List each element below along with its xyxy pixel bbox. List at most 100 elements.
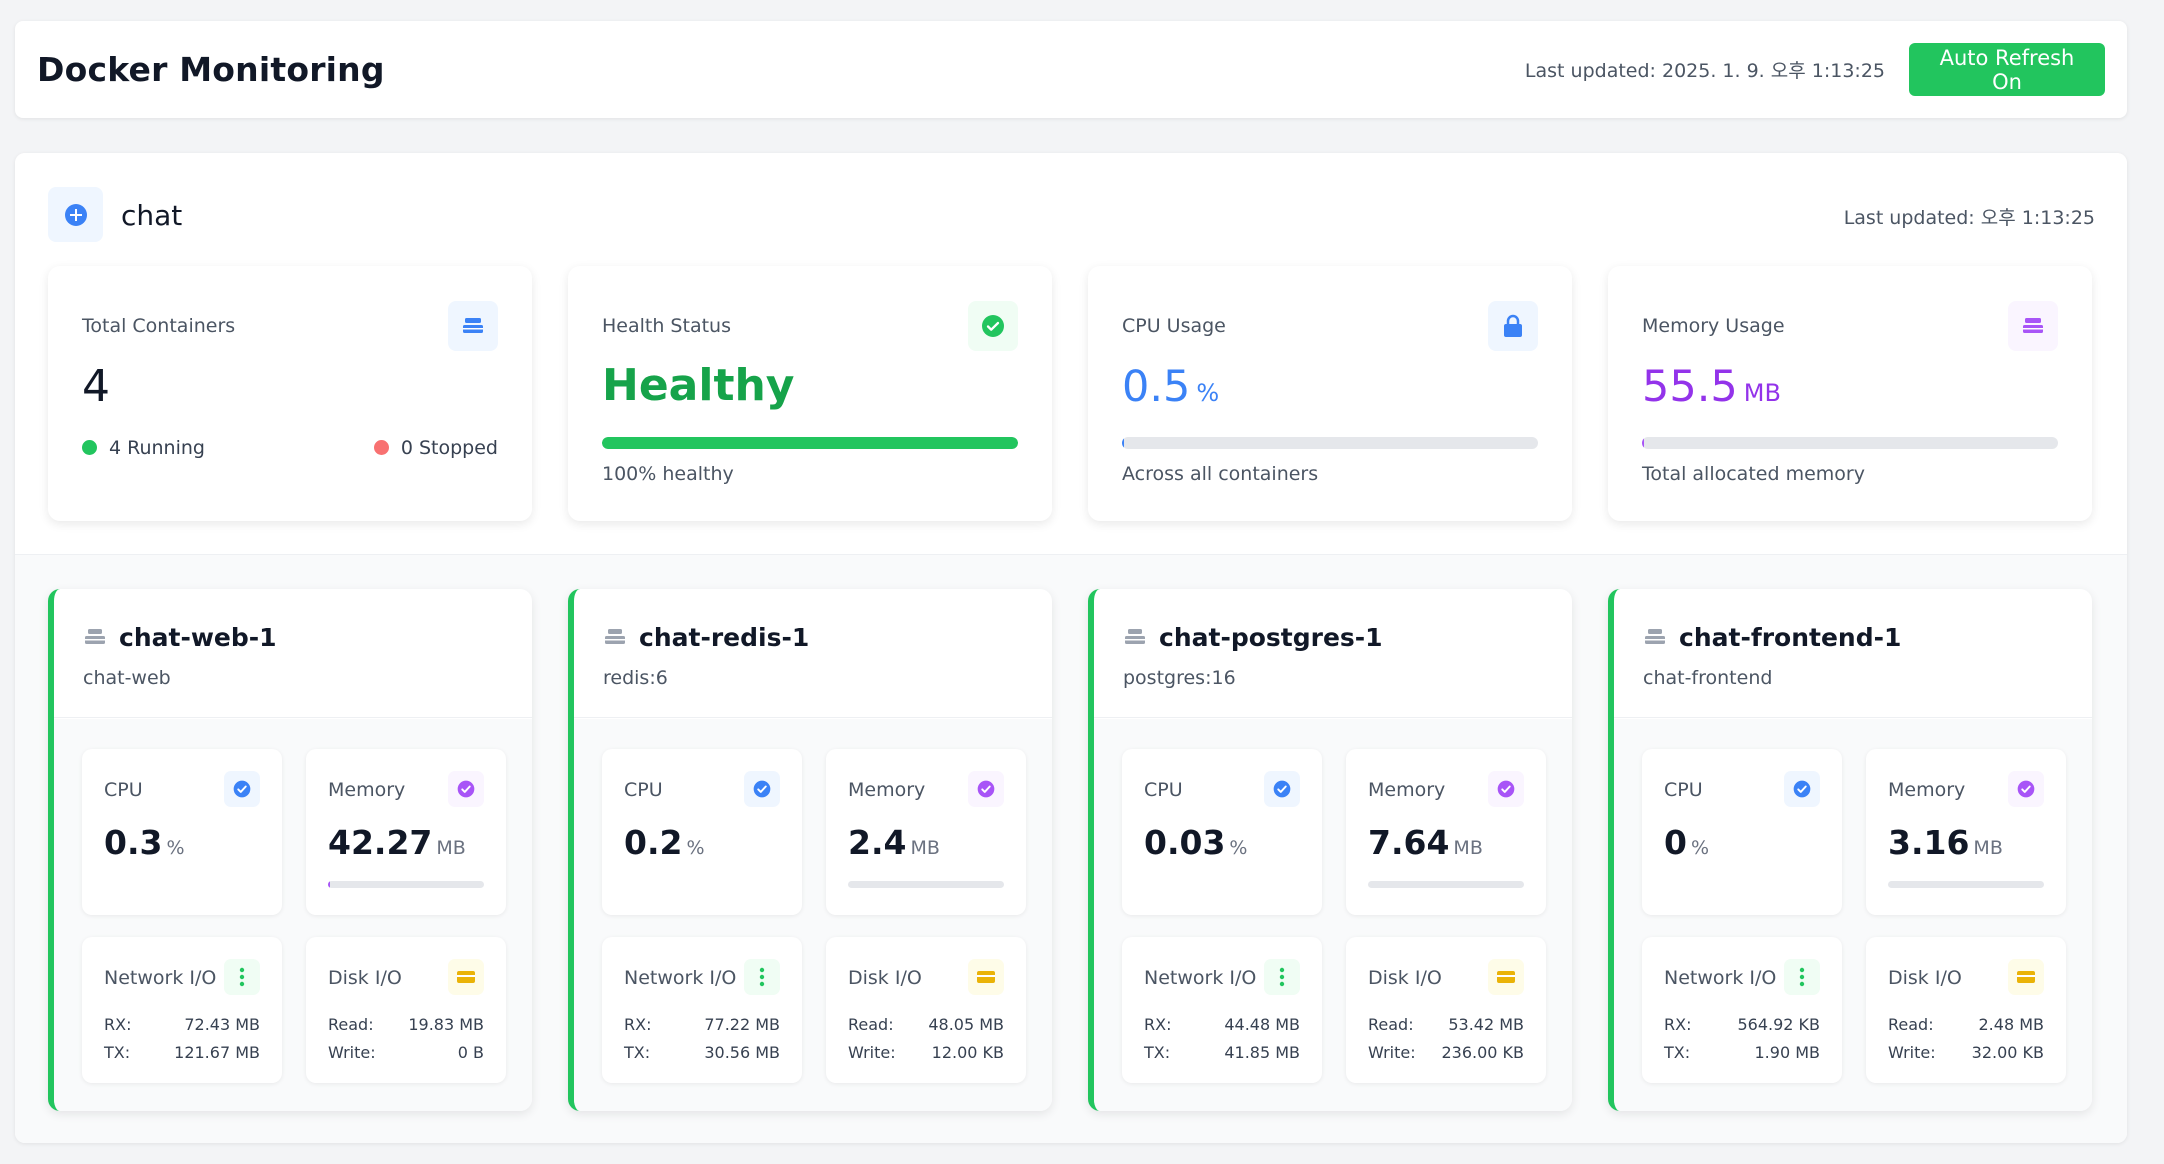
container-header: chat-frontend-1 chat-frontend	[1614, 589, 2092, 718]
total-containers-value: 4	[82, 361, 110, 412]
rx-label: RX:	[1144, 1015, 1172, 1034]
memory-metric-value: 7.64 MB	[1368, 823, 1483, 862]
card-icon	[1488, 959, 1524, 995]
container-card[interactable]: chat-postgres-1 postgres:16 CPU 0.03% Me…	[1088, 589, 1572, 1111]
memory-number: 3.16	[1888, 823, 1970, 862]
running-count: 4 Running	[82, 437, 205, 459]
cpu-usage-unit: %	[1196, 379, 1220, 407]
container-header: chat-redis-1 redis:6	[574, 589, 1052, 718]
network-io-box: Network I/O RX: 77.22 MB TX: 30.56 MB	[602, 937, 802, 1083]
rx-label: RX:	[624, 1015, 652, 1034]
container-name: chat-postgres-1	[1159, 623, 1383, 652]
project-last-updated: Last updated: 오후 1:13:25	[1843, 207, 2095, 229]
project-name: chat	[121, 199, 183, 232]
container-image: postgres:16	[1123, 667, 1236, 689]
memory-metric-box: Memory 42.27 MB	[306, 749, 506, 915]
vertical-dots-icon[interactable]	[224, 959, 260, 995]
running-label: 4 Running	[109, 437, 205, 459]
disk-read-row: Read: 48.05 MB	[848, 1015, 1004, 1034]
memory-number: 42.27	[328, 823, 433, 862]
network-io-label: Network I/O	[1664, 967, 1777, 989]
write-value: 0 B	[457, 1043, 484, 1062]
cpu-metric-box: CPU 0.3%	[82, 749, 282, 915]
vertical-dots-icon[interactable]	[1264, 959, 1300, 995]
cpu-metric-box: CPU 0.03%	[1122, 749, 1322, 915]
tx-value: 30.56 MB	[704, 1043, 780, 1062]
cpu-number: 0	[1664, 823, 1687, 862]
memory-usage-number: 55.5	[1642, 362, 1738, 412]
container-name: chat-frontend-1	[1679, 623, 1902, 652]
container-icon	[1643, 627, 1667, 651]
network-io-label: Network I/O	[104, 967, 217, 989]
health-status-card: Health Status Healthy 100% healthy	[568, 266, 1052, 521]
rx-value: 72.43 MB	[184, 1015, 260, 1034]
disk-write-row: Write: 12.00 KB	[848, 1043, 1004, 1062]
stopped-label: 0 Stopped	[400, 437, 498, 459]
container-metrics: CPU 0.3% Memory 42.27 MB Network I/O RX:…	[54, 719, 532, 1111]
memory-metric-label: Memory	[1368, 779, 1446, 801]
memory-progress-bar	[1888, 881, 2044, 888]
disk-write-row: Write: 32.00 KB	[1888, 1043, 2044, 1062]
check-circle-icon	[1488, 771, 1524, 807]
network-io-box: Network I/O RX: 44.48 MB TX: 41.85 MB	[1122, 937, 1322, 1083]
cpu-metric-label: CPU	[1144, 779, 1183, 801]
cpu-usage-sub: Across all containers	[1122, 463, 1319, 485]
cpu-unit: %	[686, 837, 705, 859]
check-circle-icon	[224, 771, 260, 807]
total-containers-label: Total Containers	[82, 315, 236, 337]
write-label: Write:	[1888, 1043, 1936, 1062]
check-circle-icon	[2008, 771, 2044, 807]
disk-write-row: Write: 0 B	[328, 1043, 484, 1062]
disk-read-row: Read: 2.48 MB	[1888, 1015, 2044, 1034]
read-label: Read:	[1888, 1015, 1934, 1034]
cpu-metric-value: 0.03%	[1144, 823, 1247, 862]
cpu-metric-value: 0.2%	[624, 823, 705, 862]
cpu-number: 0.03	[1144, 823, 1226, 862]
cpu-unit: %	[1690, 837, 1710, 859]
cpu-usage-label: CPU Usage	[1122, 315, 1226, 337]
network-io-box: Network I/O RX: 72.43 MB TX: 121.67 MB	[82, 937, 282, 1083]
cpu-usage-card: CPU Usage 0.5% Across all containers	[1088, 266, 1572, 521]
tx-label: TX:	[624, 1043, 651, 1062]
stopped-dot-icon	[373, 440, 389, 455]
disk-io-label: Disk I/O	[1368, 967, 1442, 989]
vertical-dots-icon[interactable]	[744, 959, 780, 995]
network-rx-row: RX: 77.22 MB	[624, 1015, 780, 1034]
write-value: 12.00 KB	[931, 1043, 1004, 1062]
project-panel: chat Last updated: 오후 1:13:25 Total Cont…	[15, 153, 2127, 1143]
network-io-label: Network I/O	[1144, 967, 1257, 989]
cpu-progress-bar	[1122, 437, 1538, 449]
auto-refresh-button[interactable]: Auto Refresh On	[1909, 43, 2105, 96]
memory-unit: MB	[1973, 837, 2003, 859]
network-rx-row: RX: 44.48 MB	[1144, 1015, 1300, 1034]
disk-read-row: Read: 19.83 MB	[328, 1015, 484, 1034]
cpu-metric-label: CPU	[104, 779, 143, 801]
card-icon	[968, 959, 1004, 995]
card-icon	[448, 959, 484, 995]
read-value: 2.48 MB	[1978, 1015, 2045, 1034]
memory-metric-label: Memory	[328, 779, 406, 801]
container-card[interactable]: chat-redis-1 redis:6 CPU 0.2% Memory 2.4…	[568, 589, 1052, 1111]
lock-icon	[1488, 301, 1538, 351]
check-circle-icon	[1784, 771, 1820, 807]
cpu-metric-value: 0%	[1664, 823, 1709, 862]
container-metrics: CPU 0% Memory 3.16 MB Network I/O RX: 56…	[1614, 719, 2092, 1111]
container-card[interactable]: chat-frontend-1 chat-frontend CPU 0% Mem…	[1608, 589, 2092, 1111]
rx-label: RX:	[104, 1015, 132, 1034]
plus-circle-icon[interactable]	[48, 187, 103, 242]
disk-io-box: Disk I/O Read: 48.05 MB Write: 12.00 KB	[826, 937, 1026, 1083]
write-label: Write:	[328, 1043, 376, 1062]
read-label: Read:	[328, 1015, 374, 1034]
disk-io-label: Disk I/O	[328, 967, 402, 989]
memory-metric-box: Memory 3.16 MB	[1866, 749, 2066, 915]
app-header: Docker Monitoring Last updated: 2025. 1.…	[15, 21, 2127, 118]
memory-number: 2.4	[848, 823, 907, 862]
read-label: Read:	[1368, 1015, 1414, 1034]
vertical-dots-icon[interactable]	[1784, 959, 1820, 995]
memory-metric-box: Memory 2.4 MB	[826, 749, 1026, 915]
stack-icon	[448, 301, 498, 351]
container-image: chat-web	[83, 667, 171, 689]
container-card[interactable]: chat-web-1 chat-web CPU 0.3% Memory 42.2…	[48, 589, 532, 1111]
project-summary-area: chat Last updated: 오후 1:13:25 Total Cont…	[15, 153, 2127, 554]
container-image: redis:6	[603, 667, 668, 689]
